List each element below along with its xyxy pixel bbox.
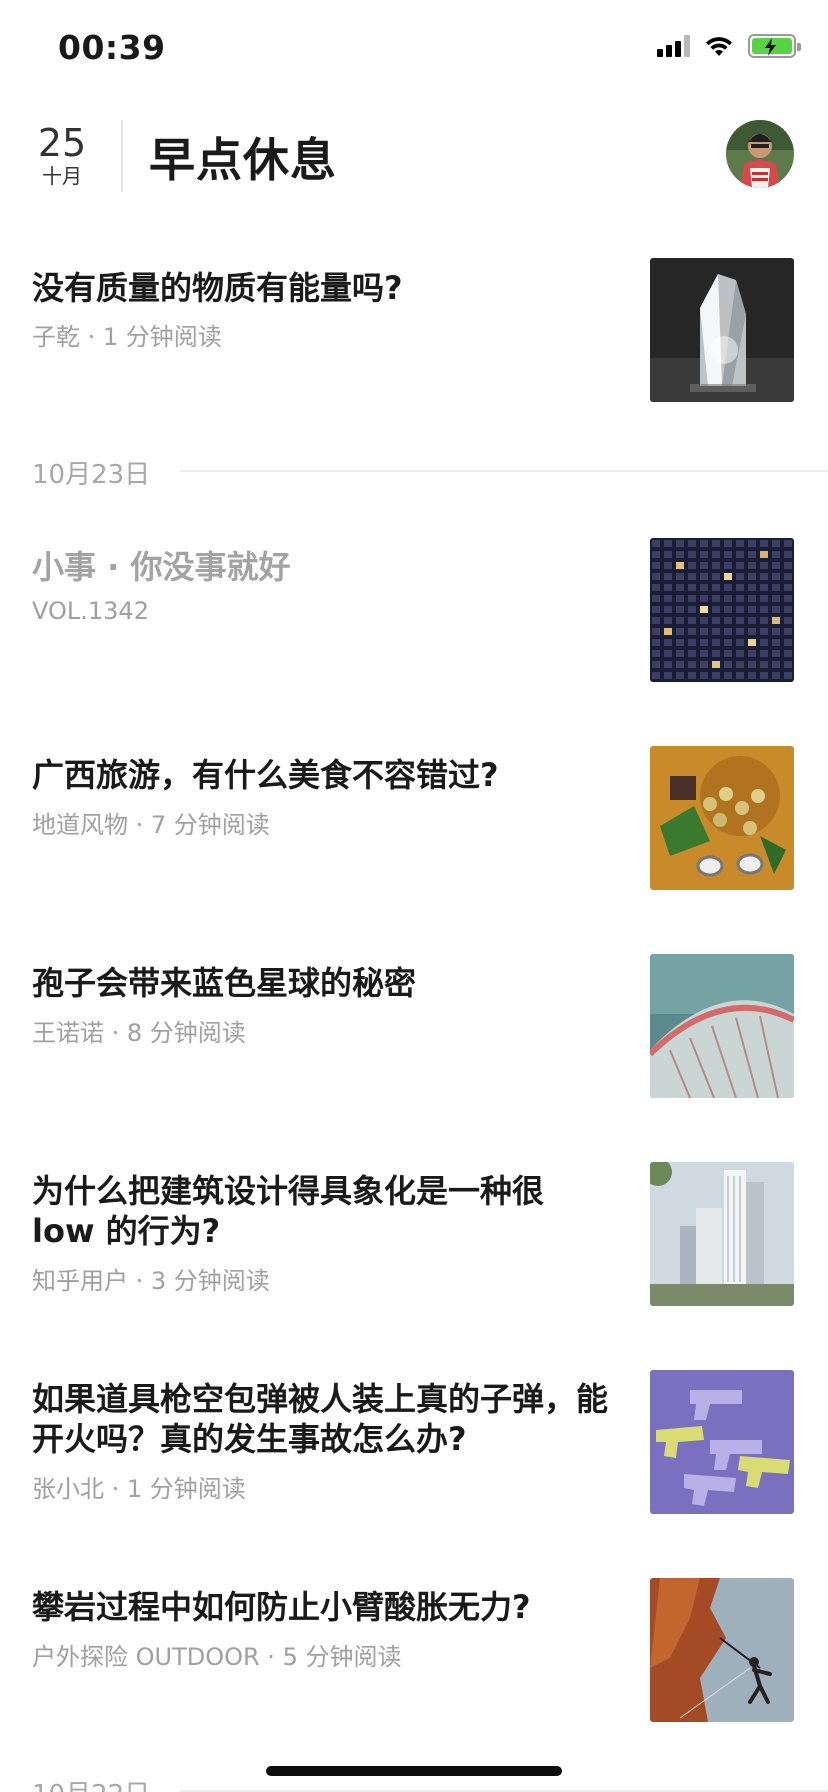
date-block: 25 十月 [34,122,90,188]
list-item[interactable]: 小事 · 你没事就好 VOL.1342 [0,538,828,682]
article-thumbnail [650,1162,794,1306]
date-separator: 10月23日 [0,450,828,490]
list-item[interactable]: 没有质量的物质有能量吗? 子乾 · 1 分钟阅读 [0,258,828,402]
article-title: 为什么把建筑设计得具象化是一种很 low 的行为? [32,1172,545,1250]
list-item[interactable]: 孢子会带来蓝色星球的秘密 王诺诺 · 8 分钟阅读 [0,954,828,1098]
article-meta: 张小北 · 1 分钟阅读 [32,1475,246,1503]
article-thumbnail [650,258,794,402]
header-divider [121,120,123,192]
date-separator-line [180,470,828,472]
status-bar: 00:39 [0,0,828,100]
date-day: 25 [37,121,87,165]
avatar[interactable] [726,120,794,188]
article-meta: 子乾 · 1 分钟阅读 [32,323,222,351]
article-thumbnail [650,538,794,682]
home-indicator[interactable] [266,1766,562,1776]
status-time: 00:39 [58,28,166,67]
article-title: 孢子会带来蓝色星球的秘密 [32,964,417,1002]
wifi-icon [706,37,732,56]
article-meta: 户外探险 OUTDOOR · 5 分钟阅读 [32,1643,402,1671]
article-meta: VOL.1342 [32,597,149,625]
battery-charging-icon [748,34,801,58]
list-item[interactable]: 如果道具枪空包弹被人装上真的子弹，能开火吗？真的发生事故怎么办? 张小北 · 1… [0,1370,828,1514]
date-separator-label: 10月22日 [32,1774,150,1792]
article-title: 没有质量的物质有能量吗? [32,269,403,307]
article-thumbnail [650,954,794,1098]
page-title: 早点休息 [149,133,337,187]
article-thumbnail [650,1578,794,1722]
list-item[interactable]: 为什么把建筑设计得具象化是一种很 low 的行为? 知乎用户 · 3 分钟阅读 [0,1162,828,1306]
article-title: 如果道具枪空包弹被人装上真的子弹，能开火吗？真的发生事故怎么办? [32,1380,609,1458]
article-title: 攀岩过程中如何防止小臂酸胀无力? [32,1588,531,1626]
list-item[interactable]: 广西旅游，有什么美食不容错过? 地道风物 · 7 分钟阅读 [0,746,828,890]
article-title: 小事 · 你没事就好 [32,548,291,586]
cellular-signal-icon [657,35,690,57]
date-separator-label: 10月23日 [32,460,151,490]
article-meta: 知乎用户 · 3 分钟阅读 [32,1267,270,1295]
article-meta: 地道风物 · 7 分钟阅读 [32,811,270,839]
page-header: 25 十月 早点休息 [0,100,828,220]
article-title: 广西旅游，有什么美食不容错过? [32,756,499,794]
date-month: 十月 [42,164,82,188]
article-meta: 王诺诺 · 8 分钟阅读 [32,1019,246,1047]
list-item[interactable]: 攀岩过程中如何防止小臂酸胀无力? 户外探险 OUTDOOR · 5 分钟阅读 [0,1578,828,1722]
status-icons [657,34,801,58]
article-thumbnail [650,746,794,890]
article-thumbnail [650,1370,794,1514]
